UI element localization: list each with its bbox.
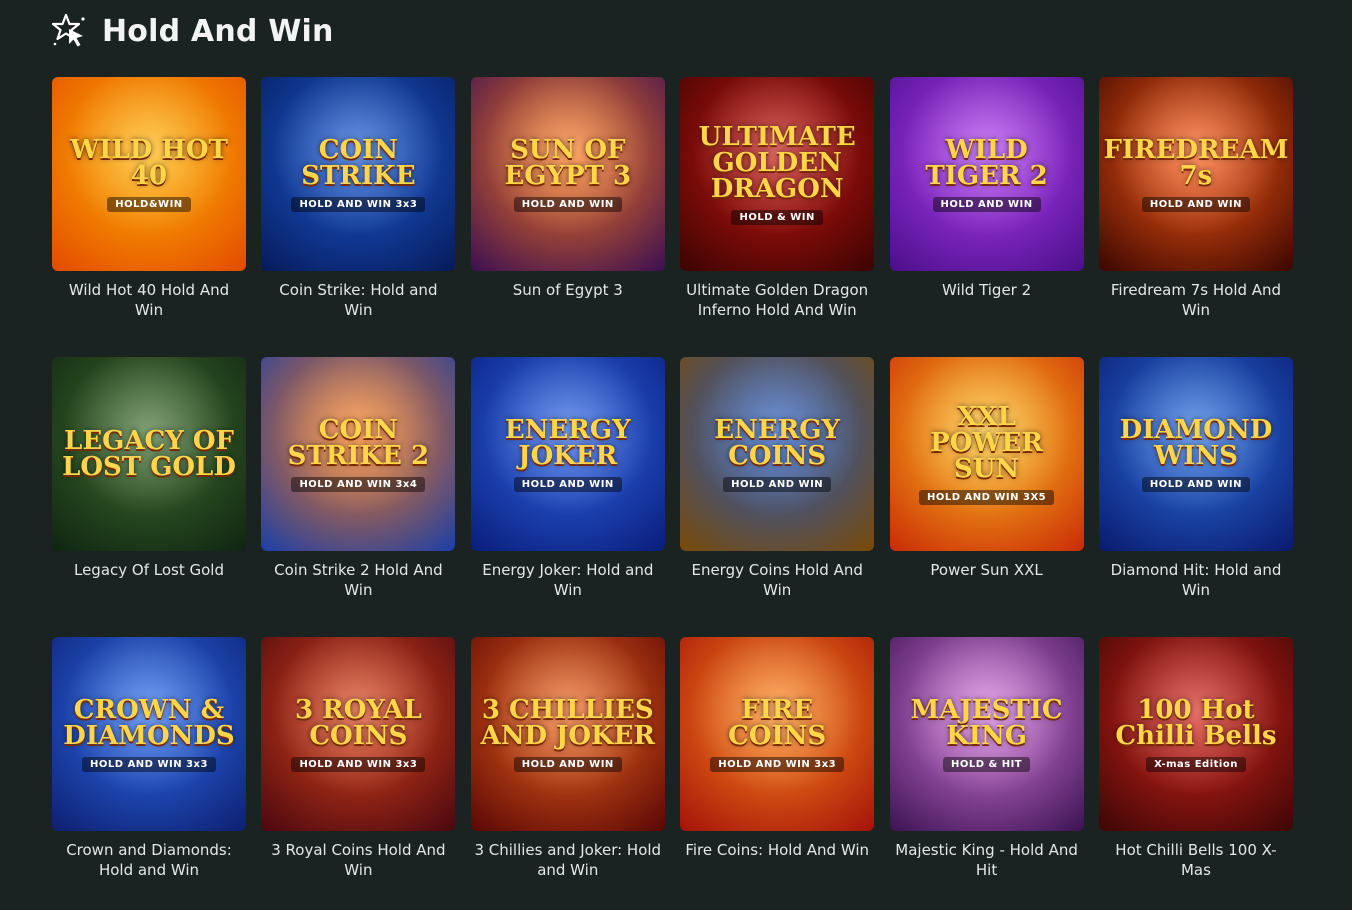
game-card[interactable]: DIAMOND WINS HOLD AND WIN Diamond Hit: Hol… xyxy=(1098,357,1293,637)
game-card[interactable]: MAJESTIC KING HOLD & HIT Majestic King - H… xyxy=(889,637,1084,910)
game-card[interactable]: ULTIMATE GOLDEN DRAGON HOLD & WIN Ultimate… xyxy=(680,77,875,357)
game-title[interactable]: Energy Joker: Hold and Win xyxy=(471,560,665,600)
game-thumbnail[interactable]: ENERGY COINS HOLD AND WIN xyxy=(680,357,875,551)
game-logo-text: FIRE COINS xyxy=(728,694,827,751)
game-logo-text: FIREDREAM 7s xyxy=(1103,134,1289,191)
game-logo-text: ULTIMATE GOLDEN DRAGON xyxy=(698,121,856,204)
game-logo-subtitle: HOLD AND WIN 3x3 xyxy=(291,196,426,212)
game-thumbnail[interactable]: WILD TIGER 2 HOLD AND WIN xyxy=(889,77,1084,271)
game-thumbnail[interactable]: FIRE COINS HOLD AND WIN 3x3 xyxy=(680,637,875,831)
game-logo-text: SUN OF EGYPT 3 xyxy=(504,134,632,191)
game-logo-subtitle: HOLD AND WIN xyxy=(1141,476,1250,492)
game-thumbnail[interactable]: ULTIMATE GOLDEN DRAGON HOLD & WIN xyxy=(680,77,875,271)
game-title[interactable]: Energy Coins Hold And Win xyxy=(680,560,874,600)
game-logo-text: COIN STRIKE xyxy=(301,134,416,191)
game-logo-subtitle: HOLD AND WIN 3x3 xyxy=(82,756,216,772)
game-logo-subtitle: HOLD AND WIN xyxy=(513,196,622,212)
game-title[interactable]: Coin Strike: Hold and Win xyxy=(261,280,455,320)
game-thumbnail[interactable]: 3 CHILLIES AND JOKER HOLD AND WIN xyxy=(470,637,665,831)
game-thumbnail[interactable]: SUN OF EGYPT 3 HOLD AND WIN xyxy=(470,77,665,271)
game-thumbnail[interactable]: LEGACY OF LOST GOLD xyxy=(52,357,246,551)
game-logo-text: WILD HOT 40 xyxy=(70,134,228,191)
game-thumbnail[interactable]: WILD HOT 40 HOLD&WIN xyxy=(52,77,246,271)
game-logo-text: 3 CHILLIES AND JOKER xyxy=(480,694,656,751)
game-logo-text: ENERGY COINS xyxy=(714,414,841,471)
game-thumbnail[interactable]: MAJESTIC KING HOLD & HIT xyxy=(889,637,1084,831)
game-card[interactable]: CROWN & DIAMONDS HOLD AND WIN 3x3 Crown an… xyxy=(52,637,246,910)
game-logo-text: 3 ROYAL COINS xyxy=(295,694,422,751)
game-thumbnail[interactable]: FIREDREAM 7s HOLD AND WIN xyxy=(1098,77,1293,271)
game-title[interactable]: Legacy Of Lost Gold xyxy=(52,560,246,580)
game-title[interactable]: Wild Hot 40 Hold And Win xyxy=(52,280,246,320)
game-title[interactable]: Sun of Egypt 3 xyxy=(471,280,665,300)
game-thumbnail[interactable]: 100 Hot Chilli Bells X-mas Edition xyxy=(1098,637,1293,831)
game-title[interactable]: Fire Coins: Hold And Win xyxy=(680,840,874,860)
game-logo-text: CROWN & DIAMONDS xyxy=(63,694,235,751)
game-title[interactable]: Diamond Hit: Hold and Win xyxy=(1099,560,1293,600)
game-title[interactable]: Hot Chilli Bells 100 X-Mas xyxy=(1099,840,1293,880)
game-title[interactable]: Wild Tiger 2 xyxy=(890,280,1084,300)
game-logo-subtitle: HOLD & WIN xyxy=(731,209,823,225)
game-title[interactable]: Coin Strike 2 Hold And Win xyxy=(261,560,455,600)
section-header: Hold And Win xyxy=(50,10,334,52)
game-card[interactable]: FIRE COINS HOLD AND WIN 3x3 Fire Coins: Ho… xyxy=(680,637,875,910)
game-title[interactable]: Majestic King - Hold And Hit xyxy=(890,840,1084,880)
game-logo-subtitle: HOLD AND WIN xyxy=(932,196,1041,212)
game-card[interactable]: 100 Hot Chilli Bells X-mas Edition Hot Chi… xyxy=(1098,637,1293,910)
section-title: Hold And Win xyxy=(102,13,334,49)
game-card[interactable]: COIN STRIKE HOLD AND WIN 3x3 Coin Strike: … xyxy=(261,77,456,357)
game-logo-subtitle: HOLD&WIN xyxy=(107,196,191,212)
game-logo-subtitle: HOLD AND WIN 3X5 xyxy=(918,489,1055,505)
game-thumbnail[interactable]: CROWN & DIAMONDS HOLD AND WIN 3x3 xyxy=(52,637,246,831)
game-thumbnail[interactable]: DIAMOND WINS HOLD AND WIN xyxy=(1098,357,1293,551)
game-title[interactable]: 3 Chillies and Joker: Hold and Win xyxy=(471,840,665,880)
game-logo-subtitle: HOLD AND WIN xyxy=(513,756,622,772)
game-logo-subtitle: HOLD & HIT xyxy=(942,756,1031,772)
game-logo-text: 100 Hot Chilli Bells xyxy=(1115,694,1277,751)
game-thumbnail[interactable]: COIN STRIKE 2 HOLD AND WIN 3x4 xyxy=(261,357,456,551)
game-card[interactable]: ENERGY COINS HOLD AND WIN Energy Coins Hol… xyxy=(680,357,875,637)
game-logo-subtitle: HOLD AND WIN xyxy=(513,476,622,492)
games-grid: WILD HOT 40 HOLD&WIN Wild Hot 40 Hold And … xyxy=(52,77,1293,910)
game-card[interactable]: ENERGY JOKER HOLD AND WIN Energy Joker: Ho… xyxy=(470,357,665,637)
game-logo-text: DIAMOND WINS xyxy=(1119,414,1273,471)
game-logo-subtitle: HOLD AND WIN 3x3 xyxy=(291,756,426,772)
game-card[interactable]: XXL POWER SUN HOLD AND WIN 3X5 Power Sun X… xyxy=(889,357,1084,637)
game-title[interactable]: Ultimate Golden Dragon Inferno Hold And … xyxy=(680,280,874,320)
game-title[interactable]: Power Sun XXL xyxy=(890,560,1084,580)
game-card[interactable]: FIREDREAM 7s HOLD AND WIN Firedream 7s Hol… xyxy=(1098,77,1293,357)
game-card[interactable]: COIN STRIKE 2 HOLD AND WIN 3x4 Coin Strike… xyxy=(261,357,456,637)
game-logo-subtitle: HOLD AND WIN xyxy=(1141,196,1250,212)
game-logo-text: MAJESTIC KING xyxy=(910,694,1063,751)
game-logo-text: ENERGY JOKER xyxy=(504,414,631,471)
star-cursor-icon xyxy=(50,12,88,50)
game-thumbnail[interactable]: 3 ROYAL COINS HOLD AND WIN 3x3 xyxy=(261,637,456,831)
game-thumbnail[interactable]: XXL POWER SUN HOLD AND WIN 3X5 xyxy=(889,357,1084,551)
game-card[interactable]: 3 CHILLIES AND JOKER HOLD AND WIN 3 Chilli… xyxy=(470,637,665,910)
game-card[interactable]: LEGACY OF LOST GOLD Legacy Of Lost Gold xyxy=(52,357,246,637)
game-thumbnail[interactable]: ENERGY JOKER HOLD AND WIN xyxy=(470,357,665,551)
game-logo-subtitle: HOLD AND WIN xyxy=(723,476,832,492)
game-title[interactable]: Firedream 7s Hold And Win xyxy=(1099,280,1293,320)
game-logo-subtitle: HOLD AND WIN 3x3 xyxy=(710,756,845,772)
game-card[interactable]: WILD HOT 40 HOLD&WIN Wild Hot 40 Hold And … xyxy=(52,77,246,357)
game-logo-subtitle: HOLD AND WIN 3x4 xyxy=(291,476,426,492)
game-logo-text: WILD TIGER 2 xyxy=(925,134,1048,191)
game-card[interactable]: SUN OF EGYPT 3 HOLD AND WIN Sun of Egypt 3 xyxy=(470,77,665,357)
game-logo-text: COIN STRIKE 2 xyxy=(287,414,430,471)
game-thumbnail[interactable]: COIN STRIKE HOLD AND WIN 3x3 xyxy=(261,77,456,271)
game-title[interactable]: Crown and Diamonds: Hold and Win xyxy=(52,840,246,880)
game-logo-text: LEGACY OF LOST GOLD xyxy=(62,426,236,482)
game-logo-subtitle: X-mas Edition xyxy=(1146,756,1246,772)
game-card[interactable]: 3 ROYAL COINS HOLD AND WIN 3x3 3 Royal Coi… xyxy=(261,637,456,910)
game-logo-text: XXL POWER SUN xyxy=(930,401,1043,484)
game-card[interactable]: WILD TIGER 2 HOLD AND WIN Wild Tiger 2 xyxy=(889,77,1084,357)
game-title[interactable]: 3 Royal Coins Hold And Win xyxy=(261,840,455,880)
